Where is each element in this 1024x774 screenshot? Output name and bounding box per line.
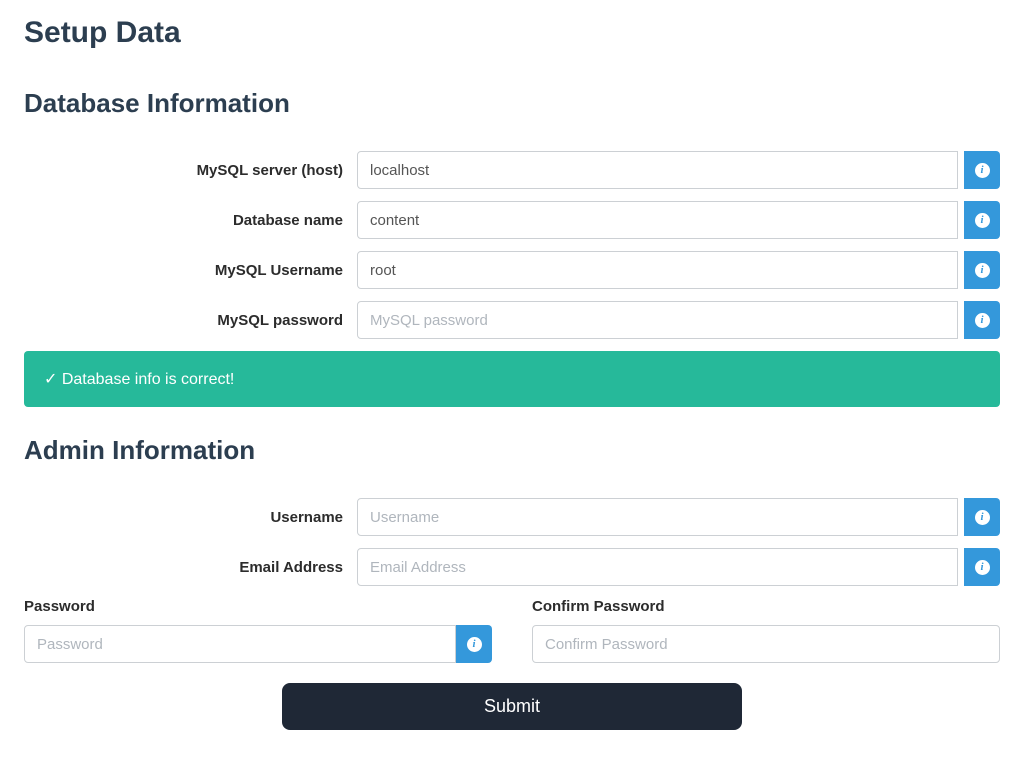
admin-email-input[interactable] (357, 548, 958, 586)
admin-confirm-col: Confirm Password (532, 598, 1000, 663)
db-success-alert: ✓ Database info is correct! (24, 351, 1000, 407)
db-host-input-wrap: i (357, 151, 1000, 189)
admin-confirm-label: Confirm Password (532, 598, 1000, 615)
db-user-row: MySQL Username i (24, 251, 1000, 289)
admin-password-input[interactable] (24, 625, 456, 663)
db-user-info-button[interactable]: i (964, 251, 1000, 289)
db-pass-label: MySQL password (24, 312, 357, 329)
db-user-input-wrap: i (357, 251, 1000, 289)
db-name-label: Database name (24, 212, 357, 229)
submit-row: Submit (24, 683, 1000, 730)
db-pass-row: MySQL password i (24, 301, 1000, 339)
db-host-label: MySQL server (host) (24, 162, 357, 179)
info-icon: i (975, 313, 990, 328)
info-icon: i (975, 560, 990, 575)
admin-password-label: Password (24, 598, 492, 615)
db-host-row: MySQL server (host) i (24, 151, 1000, 189)
submit-button[interactable]: Submit (282, 683, 742, 730)
admin-section: Admin Information Username i Email Addre… (24, 435, 1000, 730)
admin-username-label: Username (24, 509, 357, 526)
db-name-input[interactable] (357, 201, 958, 239)
info-icon: i (975, 263, 990, 278)
admin-password-info-button[interactable]: i (456, 625, 492, 663)
db-user-input[interactable] (357, 251, 958, 289)
info-icon: i (975, 213, 990, 228)
db-user-label: MySQL Username (24, 262, 357, 279)
db-host-info-button[interactable]: i (964, 151, 1000, 189)
admin-username-input-wrap: i (357, 498, 1000, 536)
admin-email-input-wrap: i (357, 548, 1000, 586)
info-icon: i (975, 163, 990, 178)
database-heading: Database Information (24, 88, 1000, 119)
db-name-info-button[interactable]: i (964, 201, 1000, 239)
db-host-input[interactable] (357, 151, 958, 189)
page-title: Setup Data (24, 16, 1000, 50)
admin-password-row: Password i Confirm Password (24, 598, 1000, 663)
info-icon: i (975, 510, 990, 525)
admin-email-row: Email Address i (24, 548, 1000, 586)
admin-email-info-button[interactable]: i (964, 548, 1000, 586)
admin-confirm-input[interactable] (532, 625, 1000, 663)
db-name-row: Database name i (24, 201, 1000, 239)
db-pass-input-wrap: i (357, 301, 1000, 339)
admin-username-info-button[interactable]: i (964, 498, 1000, 536)
admin-email-label: Email Address (24, 559, 357, 576)
db-name-input-wrap: i (357, 201, 1000, 239)
admin-password-col: Password i (24, 598, 492, 663)
admin-password-input-wrap: i (24, 625, 492, 663)
db-pass-input[interactable] (357, 301, 958, 339)
admin-heading: Admin Information (24, 435, 1000, 466)
admin-username-row: Username i (24, 498, 1000, 536)
database-section: Database Information MySQL server (host)… (24, 88, 1000, 407)
db-pass-info-button[interactable]: i (964, 301, 1000, 339)
admin-username-input[interactable] (357, 498, 958, 536)
info-icon: i (467, 637, 482, 652)
admin-confirm-input-wrap (532, 625, 1000, 663)
